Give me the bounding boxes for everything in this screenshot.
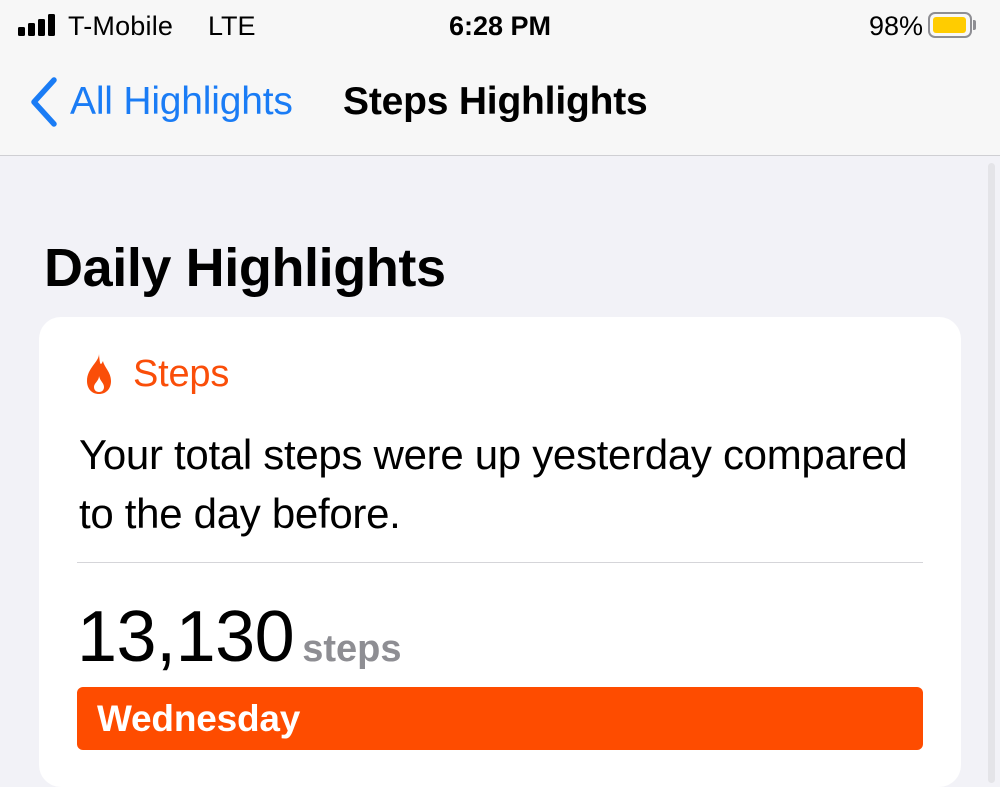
- battery-icon: [928, 12, 976, 38]
- back-button-label: All Highlights: [70, 80, 293, 123]
- day-bar: Wednesday: [77, 687, 923, 750]
- step-count: 13,130 steps: [77, 595, 402, 679]
- step-count-unit: steps: [302, 628, 402, 670]
- battery-percentage: 98%: [868, 11, 923, 41]
- status-bar: T-Mobile LTE 6:28 PM 98%: [0, 0, 1000, 52]
- back-button[interactable]: All Highlights: [26, 74, 293, 130]
- flame-icon: [87, 354, 111, 394]
- scroll-indicator[interactable]: [988, 163, 995, 783]
- day-bar-label: Wednesday: [97, 698, 301, 739]
- status-time: 6:28 PM: [448, 11, 552, 41]
- step-count-value: 13,130: [77, 597, 295, 677]
- divider: [77, 562, 923, 563]
- card-header: Steps: [83, 349, 229, 399]
- card-category-label: Steps: [133, 352, 230, 395]
- section-title: Daily Highlights: [44, 238, 446, 298]
- highlight-card[interactable]: Steps Your total steps were up yesterday…: [39, 317, 961, 787]
- page-title: Steps Highlights: [343, 80, 648, 123]
- card-message: Your total steps were up yesterday compa…: [79, 431, 908, 537]
- chevron-left-icon: [31, 77, 57, 127]
- navigation-bar: All Highlights Steps Highlights: [0, 52, 1000, 156]
